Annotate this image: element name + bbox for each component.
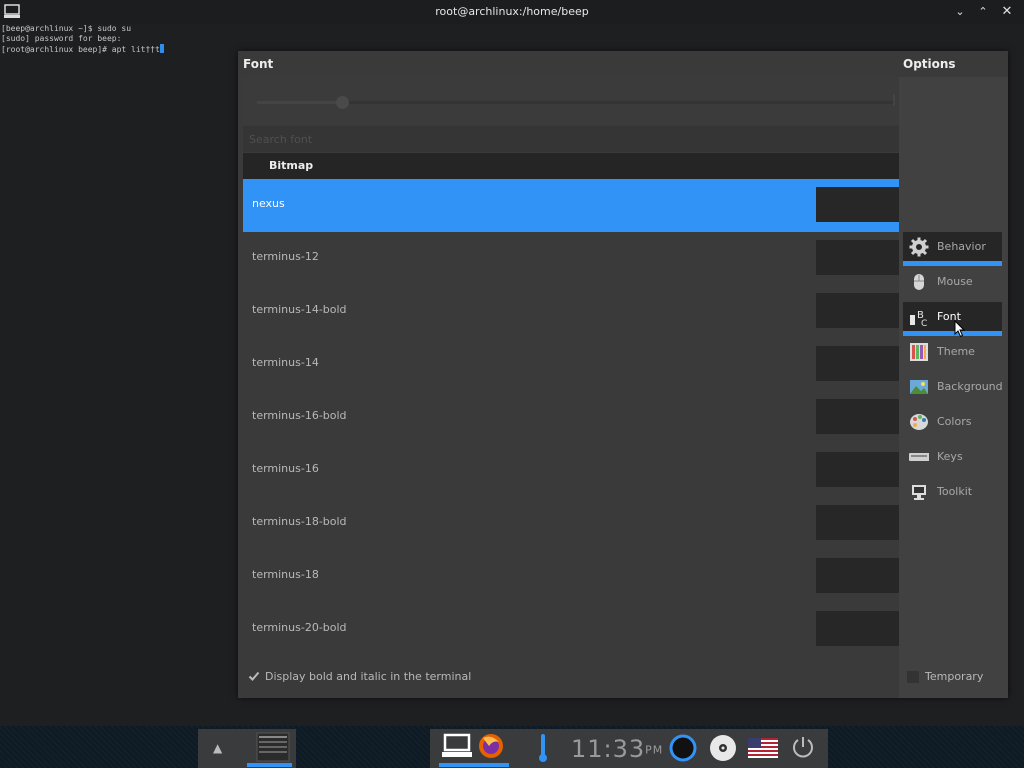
font-preview [816,293,899,328]
font-row[interactable]: nexus [243,179,899,232]
option-label: Behavior [937,240,986,253]
font-group-header: Bitmap [243,153,899,179]
disc-icon[interactable] [709,734,737,762]
mouse-pointer-icon [954,320,966,338]
options-header: Options [903,57,956,71]
font-row[interactable]: terminus-20-bold [243,603,899,656]
font-size-slider-track[interactable] [257,101,893,104]
minimize-button[interactable]: ⌄ [951,3,969,21]
taskbar-clock[interactable]: 11:33PM [571,735,663,763]
terminal-line: [sudo] password for beep: [1,34,122,43]
font-name: terminus-14 [252,356,319,369]
font-row[interactable]: terminus-18-bold [243,497,899,550]
font-group-label: Bitmap [269,159,314,172]
firefox-icon[interactable] [477,732,505,760]
font-preview [816,452,899,487]
font-name: terminus-20-bold [252,621,347,634]
background-icon [910,380,928,394]
show-hidden-tray-button[interactable]: ▲ [213,741,222,755]
option-label: Keys [937,450,963,463]
font-section-header: Font [243,57,274,71]
option-toolkit[interactable]: Toolkit [903,477,1002,507]
us-flag-icon[interactable] [748,738,778,758]
option-colors[interactable]: Colors [903,407,1002,437]
terminal-line: [beep@archlinux ~]$ sudo su [1,24,132,33]
clock-ampm: PM [645,743,664,757]
terminal-prompt-line: [root@archlinux beep]# apt lit††t [1,44,164,55]
mouse-icon [914,274,924,290]
toolkit-icon [912,485,926,500]
palette-icon [910,414,928,430]
option-label: Background [937,380,1003,393]
window-thumbnail-icon[interactable] [256,732,290,762]
option-background[interactable]: Background [903,372,1003,402]
option-behavior-underline [903,261,1002,266]
close-button[interactable]: ✕ [998,3,1016,21]
temporary-label: Temporary [925,670,984,683]
font-name: terminus-12 [252,250,319,263]
font-name: terminus-14-bold [252,303,347,316]
power-icon[interactable] [791,735,815,759]
terminal-cursor [159,44,164,53]
font-search-input[interactable] [243,126,899,152]
terminal-output[interactable]: [beep@archlinux ~]$ sudo su [sudo] passwo… [1,24,164,55]
keyboard-icon [909,453,929,461]
font-preview [816,399,899,434]
temporary-checkbox[interactable] [907,671,919,683]
option-keys[interactable]: Keys [903,442,1002,472]
font-icon: B C [910,310,927,327]
window-titlebar: root@archlinux:/home/beep ⌄ ⌃ ✕ [0,0,1024,24]
gear-icon [909,237,929,257]
font-preview [816,346,899,381]
option-label: Mouse [937,275,973,288]
theme-icon [910,343,928,361]
font-name: terminus-16-bold [252,409,347,422]
settings-dialog: Font Options Bitmap nexus terminus-12 te… [238,51,1008,698]
option-mouse[interactable]: Mouse [903,267,1002,297]
font-row[interactable]: terminus-18 [243,550,899,603]
font-name: nexus [252,197,285,210]
terminal-active-indicator [439,763,509,767]
font-row[interactable]: terminus-14 [243,338,899,391]
option-theme[interactable]: Theme [903,337,1002,367]
font-row[interactable]: terminus-14-bold [243,285,899,338]
font-list[interactable]: nexus terminus-12 terminus-14-bold termi… [243,179,899,664]
font-row[interactable]: terminus-16 [243,444,899,497]
font-name: terminus-16 [252,462,319,475]
font-row[interactable]: terminus-12 [243,232,899,285]
bold-italic-checkbox[interactable] [248,670,260,682]
window-title: root@archlinux:/home/beep [435,5,589,18]
bold-italic-label: Display bold and italic in the terminal [265,670,472,683]
terminal-launcher-icon[interactable] [442,733,472,759]
font-name: terminus-18 [252,568,319,581]
font-preview [816,505,899,540]
thermometer-icon[interactable] [537,733,549,763]
activity-indicator-icon[interactable] [668,733,698,763]
clock-time: 11:33 [571,735,646,763]
slider-end-marker [893,94,895,106]
font-size-slider-area [243,77,899,125]
option-behavior[interactable]: Behavior [903,232,1002,262]
option-label: Colors [937,415,972,428]
font-size-slider-handle[interactable] [336,96,349,109]
font-preview [816,611,899,646]
font-name: terminus-18-bold [252,515,347,528]
font-size-slider-fill [257,101,343,104]
font-preview [816,187,899,222]
font-preview [816,240,899,275]
option-font[interactable]: B C Font [903,302,1002,332]
font-row[interactable]: terminus-16-bold [243,391,899,444]
svg-text:C: C [921,319,927,327]
maximize-button[interactable]: ⌃ [974,3,992,21]
option-font-underline [903,331,1002,336]
option-label: Toolkit [937,485,973,498]
font-preview [816,558,899,593]
active-window-indicator [247,763,292,767]
option-label: Theme [937,345,975,358]
